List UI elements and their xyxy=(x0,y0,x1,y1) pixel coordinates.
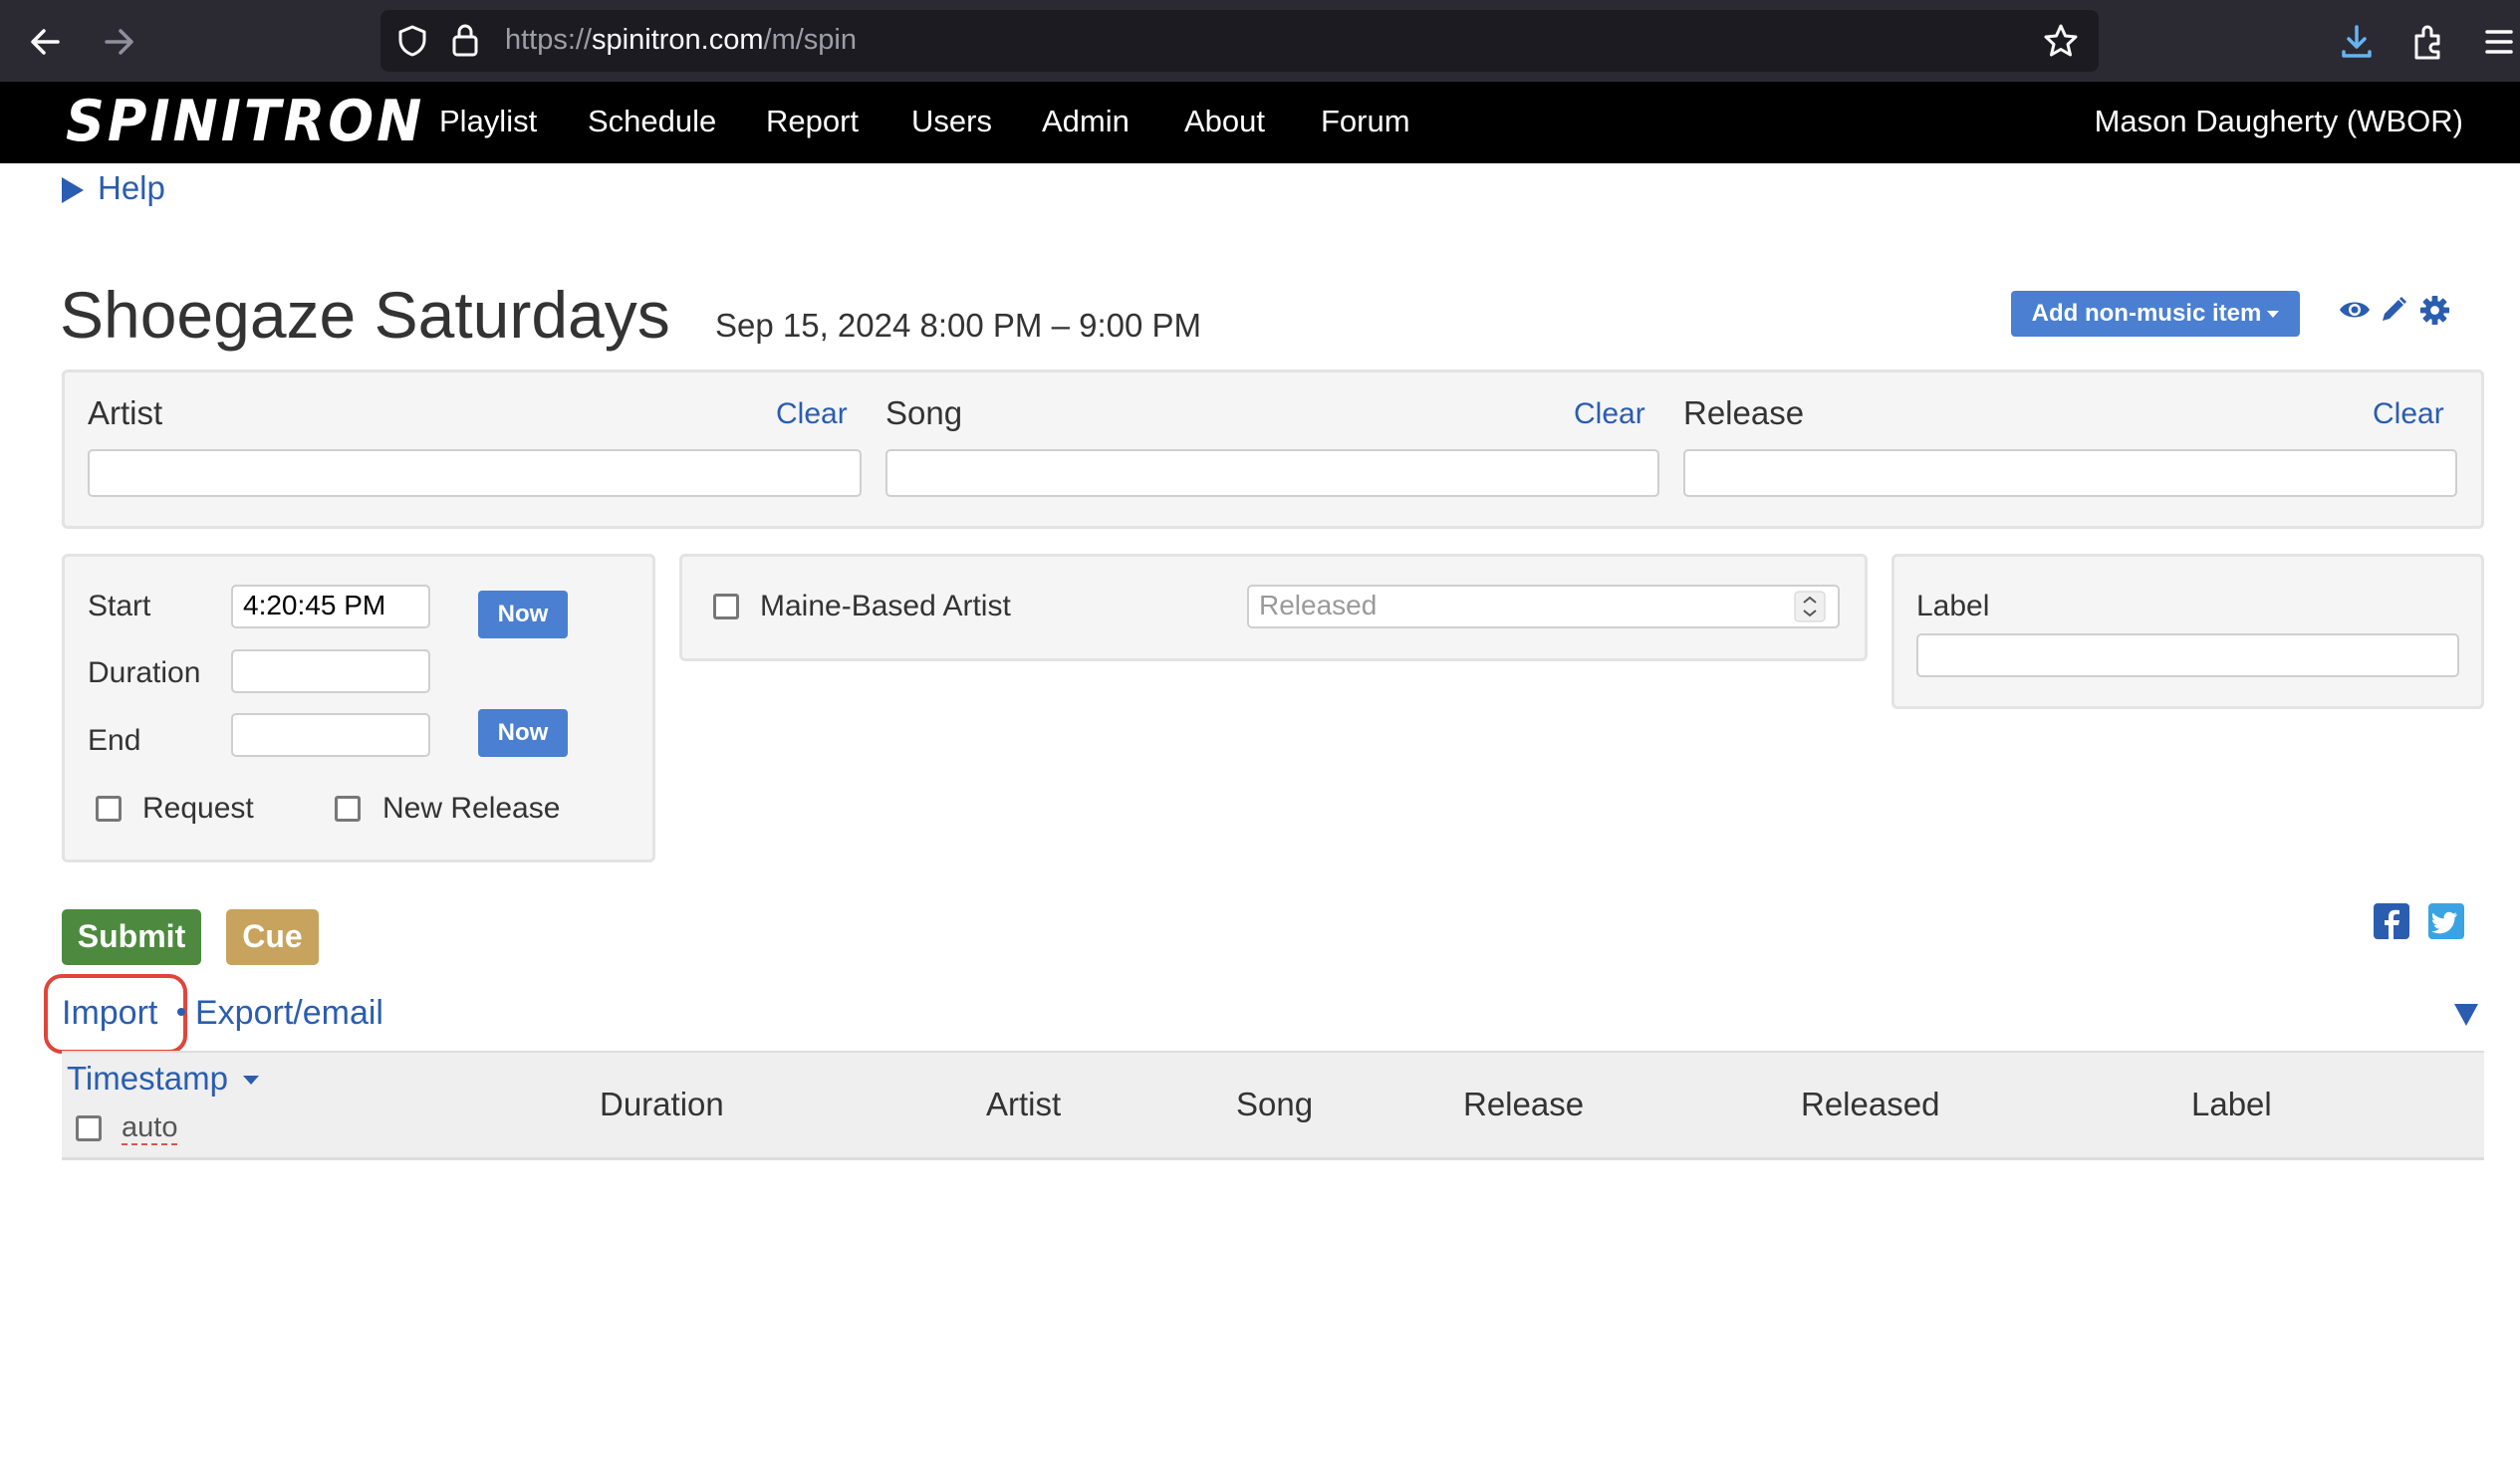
end-label: End xyxy=(88,724,141,757)
maine-based-artist-checkbox[interactable] xyxy=(713,594,739,619)
end-time-input[interactable] xyxy=(231,713,430,757)
cue-button[interactable]: Cue xyxy=(226,909,319,965)
show-title: Shoegaze Saturdays xyxy=(60,278,670,352)
link-separator-dot xyxy=(177,1008,185,1016)
release-column-header: Release xyxy=(1463,1086,1585,1122)
release-label: Release xyxy=(1683,394,1805,431)
pencil-icon[interactable] xyxy=(2379,295,2408,325)
show-time-range: Sep 15, 2024 8:00 PM – 9:00 PM xyxy=(715,307,1201,344)
new-release-checkbox[interactable] xyxy=(335,796,361,822)
back-arrow-icon[interactable] xyxy=(22,18,70,66)
help-toggle-icon[interactable] xyxy=(62,177,84,203)
auto-label: auto xyxy=(122,1111,178,1145)
bookmark-star-icon[interactable] xyxy=(2042,22,2080,60)
start-now-button[interactable]: Now xyxy=(478,591,568,638)
auto-timestamp-checkbox[interactable] xyxy=(76,1115,102,1141)
spinitron-logo[interactable]: SPINITRON xyxy=(66,88,424,153)
url-bar[interactable]: https://spinitron.com/m/spin xyxy=(380,10,2099,72)
nav-report[interactable]: Report xyxy=(766,104,859,139)
duration-label: Duration xyxy=(88,656,201,689)
release-clear-link[interactable]: Clear xyxy=(2373,397,2444,431)
label-column-header: Label xyxy=(2191,1086,2272,1122)
released-year-input[interactable]: Released xyxy=(1247,585,1840,628)
caret-down-icon xyxy=(2267,311,2280,319)
forward-arrow-icon[interactable] xyxy=(95,18,142,66)
song-label: Song xyxy=(885,394,963,431)
eye-icon[interactable] xyxy=(2338,297,2372,323)
song-input[interactable] xyxy=(885,449,1659,497)
facebook-icon[interactable] xyxy=(2374,903,2409,939)
spinner-arrows-icon[interactable] xyxy=(1794,591,1826,622)
add-non-music-item-button[interactable]: Add non-music item xyxy=(2011,291,2300,337)
url-path: /m/spin xyxy=(763,24,857,56)
extensions-icon[interactable] xyxy=(2408,22,2448,62)
import-link[interactable]: Import xyxy=(62,994,157,1033)
song-clear-link[interactable]: Clear xyxy=(1574,397,1645,431)
gear-icon[interactable] xyxy=(2419,295,2450,326)
duration-column-header: Duration xyxy=(600,1086,724,1122)
start-label: Start xyxy=(88,590,151,622)
menu-icon[interactable] xyxy=(2484,26,2514,58)
end-now-button[interactable]: Now xyxy=(478,709,568,757)
song-column-header: Song xyxy=(1236,1086,1314,1122)
artist-clear-link[interactable]: Clear xyxy=(776,397,848,431)
submit-button[interactable]: Submit xyxy=(62,909,201,965)
lock-icon[interactable] xyxy=(450,22,480,58)
nav-playlist[interactable]: Playlist xyxy=(439,104,537,139)
download-icon[interactable] xyxy=(2337,22,2377,62)
artist-column-header: Artist xyxy=(986,1086,1062,1122)
nav-schedule[interactable]: Schedule xyxy=(588,104,716,139)
new-release-label: New Release xyxy=(382,792,561,825)
url-host: spinitron.com xyxy=(592,24,764,56)
timestamp-sort-header[interactable]: Timestamp xyxy=(67,1060,228,1098)
nav-forum[interactable]: Forum xyxy=(1321,104,1410,139)
record-label-label: Label xyxy=(1916,590,1990,622)
maine-based-artist-label: Maine-Based Artist xyxy=(760,590,1011,622)
start-time-input[interactable]: 4:20:45 PM xyxy=(231,585,430,628)
shield-icon[interactable] xyxy=(395,24,429,58)
request-checkbox[interactable] xyxy=(96,796,122,822)
nav-admin[interactable]: Admin xyxy=(1042,104,1130,139)
release-input[interactable] xyxy=(1683,449,2457,497)
sort-caret-icon[interactable] xyxy=(243,1076,259,1085)
site-navbar: SPINITRON Playlist Schedule Report Users… xyxy=(0,82,2520,163)
record-label-input[interactable] xyxy=(1916,633,2459,677)
released-column-header: Released xyxy=(1801,1086,1940,1122)
export-email-link[interactable]: Export/email xyxy=(195,994,383,1033)
browser-toolbar: https://spinitron.com/m/spin xyxy=(0,0,2520,82)
url-text: https://spinitron.com/m/spin xyxy=(505,24,857,57)
nav-about[interactable]: About xyxy=(1184,104,1265,139)
user-menu[interactable]: Mason Daugherty (WBOR) xyxy=(2095,104,2463,139)
artist-label: Artist xyxy=(88,394,163,431)
artist-input[interactable] xyxy=(88,449,862,497)
url-scheme: https:// xyxy=(505,24,593,56)
add-non-music-item-label: Add non-music item xyxy=(2031,300,2262,327)
collapse-toggle-icon[interactable] xyxy=(2454,1004,2478,1026)
label-panel xyxy=(1891,554,2484,709)
help-link[interactable]: Help xyxy=(98,169,165,207)
duration-input[interactable] xyxy=(231,649,430,693)
request-label: Request xyxy=(142,792,254,825)
nav-users[interactable]: Users xyxy=(911,104,992,139)
twitter-icon[interactable] xyxy=(2428,903,2464,939)
